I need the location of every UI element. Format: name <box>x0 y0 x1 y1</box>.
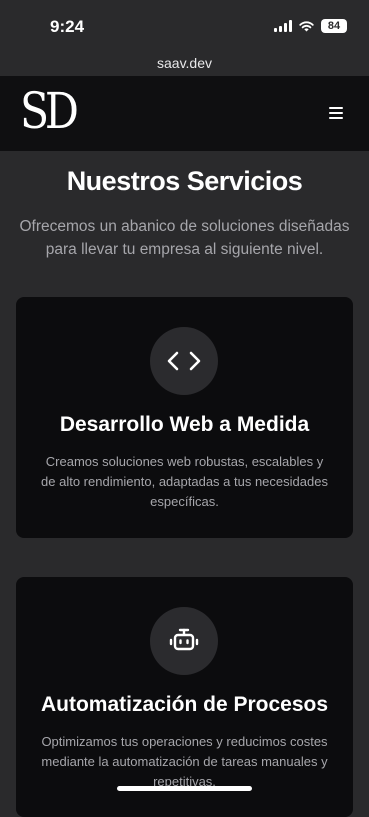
service-card-automation: Automatización de Procesos Optimizamos t… <box>16 577 353 817</box>
battery-indicator: 84 <box>321 19 347 33</box>
hamburger-menu-icon[interactable] <box>329 107 343 119</box>
site-logo[interactable]: SD <box>20 82 79 140</box>
service-card-web-development: Desarrollo Web a Medida Creamos solucion… <box>16 297 353 538</box>
status-bar: 9:24 84 <box>0 0 369 50</box>
service-title: Desarrollo Web a Medida <box>59 413 310 436</box>
status-time: 9:24 <box>50 17 85 36</box>
code-icon <box>167 351 201 371</box>
cellular-signal-icon <box>274 20 292 32</box>
page-subtitle: Ofrecemos un abanico de soluciones diseñ… <box>19 218 350 258</box>
icon-circle <box>150 327 218 395</box>
browser-url-bar[interactable]: saav.dev <box>0 50 369 76</box>
url-text: saav.dev <box>157 55 212 71</box>
icon-circle <box>150 607 218 675</box>
status-icons: 84 <box>274 19 347 33</box>
site-header: SD <box>0 76 369 151</box>
service-title: Automatización de Procesos <box>40 693 329 716</box>
wifi-icon <box>299 21 314 32</box>
page-title: Nuestros Servicios <box>66 166 303 196</box>
service-description: Optimizamos tus operaciones y reducimos … <box>41 734 328 789</box>
home-indicator[interactable] <box>117 786 252 791</box>
robot-icon <box>169 628 199 651</box>
service-description: Creamos soluciones web robustas, escalab… <box>41 454 328 509</box>
